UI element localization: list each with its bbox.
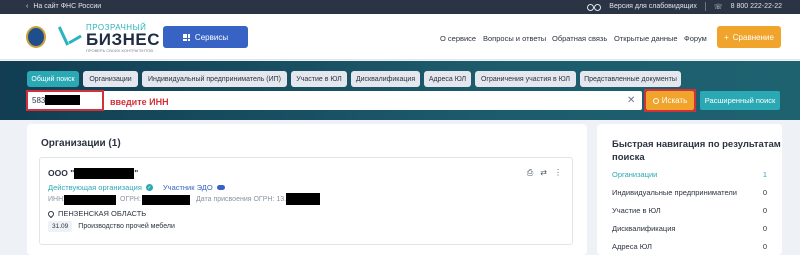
okved-name: Производство прочей мебели	[78, 223, 175, 230]
inn-label: ИНН:	[48, 196, 66, 203]
org-name-prefix: ООО "	[48, 168, 75, 178]
org-name-suffix: "	[134, 168, 139, 178]
region-name: ПЕНЗЕНСКАЯ ОБЛАСТЬ	[58, 209, 147, 218]
compare-button[interactable]: + Сравнение	[717, 26, 781, 48]
phone-number[interactable]: 8 800 222-22-22	[731, 3, 782, 10]
phone-icon: ☏	[713, 3, 723, 11]
print-icon[interactable]: ⎙	[527, 168, 533, 178]
tab-addresses[interactable]: Адреса ЮЛ	[424, 71, 471, 87]
search-band: Общий поиск Организации Индивидуальный п…	[0, 61, 800, 120]
clear-icon[interactable]: ✕	[627, 95, 635, 106]
advanced-search-button[interactable]: Расширенный поиск	[700, 91, 780, 110]
nav-about[interactable]: О сервисе	[440, 34, 476, 43]
nav-item-count: 0	[762, 188, 767, 197]
logo-text[interactable]: ПРОЗРАЧНЫЙ БИЗНЕС ПРОВЕРЬ СВОИХ КОНТРАГЕ…	[86, 23, 160, 53]
input-highlight-frame	[26, 90, 104, 111]
nav-item-label: Организации	[612, 170, 658, 179]
tab-disqualification[interactable]: Дисквалификация	[351, 71, 420, 87]
accessibility-link[interactable]: Версия для слабовидящих	[609, 3, 697, 10]
redaction-box	[142, 195, 190, 205]
tab-submitted-documents[interactable]: Представленные документы	[580, 71, 681, 87]
grid-icon	[182, 33, 190, 41]
ogrn-label: ОГРН:	[120, 196, 141, 203]
glasses-icon[interactable]	[587, 3, 602, 11]
back-to-fns-link[interactable]: ‹ На сайт ФНС России	[26, 3, 101, 10]
results-panel: Организации (1) ООО " " ⎙ ⇄ ⋮ Действующая…	[27, 124, 587, 255]
organization-card[interactable]: ООО " " ⎙ ⇄ ⋮ Действующая организация ✓ У…	[39, 157, 573, 245]
compare-label: Сравнение	[732, 32, 774, 42]
card-actions: ⎙ ⇄ ⋮	[527, 168, 562, 178]
back-link-label: На сайт ФНС России	[33, 3, 102, 10]
quick-navigation-panel: Быстрая навигация по результатам поиска …	[597, 124, 782, 255]
top-strip: ‹ На сайт ФНС России Версия для слабовид…	[0, 0, 800, 14]
region-line: ПЕНЗЕНСКАЯ ОБЛАСТЬ	[46, 209, 147, 218]
divider	[704, 2, 706, 11]
nav-item-label: Индивидуальные предприниматели	[612, 188, 737, 197]
services-label: Сервисы	[194, 32, 229, 42]
okved-code: 31.09	[48, 221, 73, 232]
okved-line: 31.09 Производство прочей мебели	[48, 221, 175, 232]
cloud-icon	[216, 185, 225, 190]
check-icon: ✓	[145, 184, 153, 191]
ogrn-date-label: Дата присвоения ОГРН: 13.	[196, 196, 287, 203]
tab-general-search[interactable]: Общий поиск	[27, 71, 79, 87]
top-strip-right: Версия для слабовидящих ☏ 8 800 222-22-2…	[587, 2, 782, 11]
redaction-box	[64, 195, 116, 205]
nav-open-data[interactable]: Открытые данные	[614, 34, 678, 43]
nav-item-count: 1	[762, 170, 767, 179]
services-button[interactable]: Сервисы	[163, 26, 248, 48]
nav-item-label: Адреса ЮЛ	[612, 242, 652, 251]
edo-participant: Участник ЭДО	[162, 183, 213, 192]
chevron-left-icon: ‹	[26, 3, 29, 10]
tab-individual-entrepreneur[interactable]: Индивидуальный предприниматель (ИП)	[142, 71, 287, 87]
status-badge: Действующая организация	[48, 183, 142, 192]
organization-name[interactable]: ООО " "	[48, 168, 139, 180]
nav-item-label: Дисквалификация	[612, 224, 676, 233]
tab-organizations[interactable]: Организации	[83, 71, 138, 87]
nav-feedback[interactable]: Обратная связь	[552, 34, 607, 43]
nav-forum[interactable]: Форум	[684, 34, 707, 43]
inn-annotation: введите ИНН	[110, 97, 169, 107]
fns-emblem-icon[interactable]	[26, 26, 46, 48]
location-pin-icon	[46, 209, 56, 218]
nav-faq[interactable]: Вопросы и ответы	[483, 34, 546, 43]
tab-participation-limits[interactable]: Ограничения участия в ЮЛ	[475, 71, 576, 87]
logo-mark-icon[interactable]	[57, 24, 82, 48]
compare-icon[interactable]: ⇄	[540, 168, 547, 178]
nav-item-count: 0	[762, 206, 767, 215]
tab-participation[interactable]: Участие в ЮЛ	[291, 71, 347, 87]
nav-item-count: 0	[762, 224, 767, 233]
quick-navigation-title: Быстрая навигация по результатам поиска	[612, 139, 781, 163]
plus-icon: +	[724, 32, 729, 42]
nav-item-count: 0	[762, 242, 767, 251]
search-button-highlight-frame	[644, 89, 696, 112]
site-header: ПРОЗРАЧНЫЙ БИЗНЕС ПРОВЕРЬ СВОИХ КОНТРАГЕ…	[0, 14, 800, 60]
logo-big-text: БИЗНЕС	[86, 30, 160, 49]
results-title: Организации (1)	[41, 138, 121, 149]
redaction-box	[74, 168, 135, 180]
logo-tagline: ПРОВЕРЬ СВОИХ КОНТРАГЕНТОВ	[86, 48, 154, 53]
status-line: Действующая организация ✓ Участник ЭДО	[48, 183, 225, 192]
redaction-box	[286, 193, 320, 205]
nav-item-label: Участие в ЮЛ	[612, 206, 661, 215]
more-icon[interactable]: ⋮	[554, 168, 562, 178]
